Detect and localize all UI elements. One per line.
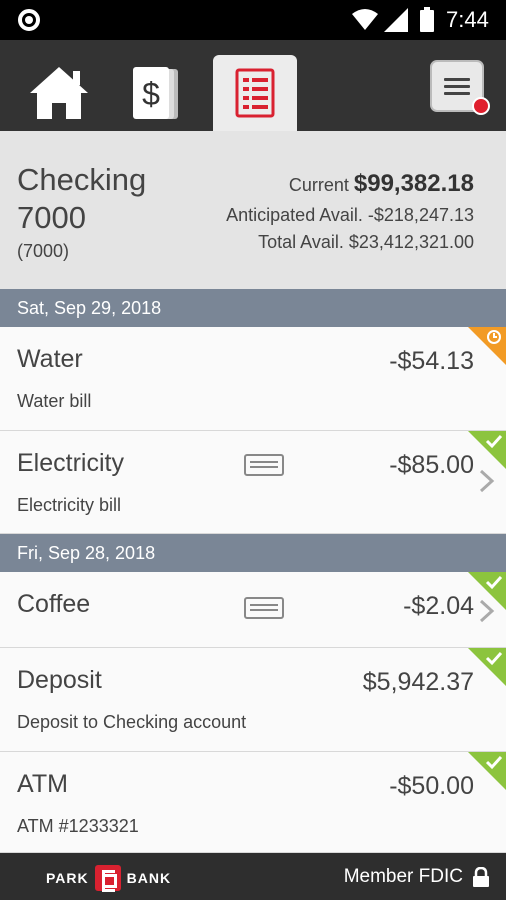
card-icon: [244, 597, 284, 619]
date-header: Fri, Sep 28, 2018: [0, 534, 506, 572]
money-icon: $: [133, 67, 178, 119]
tab-home[interactable]: [18, 55, 100, 131]
transaction-amount: -$54.13: [389, 347, 474, 375]
transaction-subtitle: ATM #1233321: [17, 816, 139, 836]
top-nav-bar: $: [0, 40, 506, 131]
transaction-subtitle: Water bill: [17, 391, 92, 411]
transaction-amount: -$85.00: [389, 451, 474, 479]
transaction-row[interactable]: Coffee -$2.04: [0, 572, 506, 648]
check-icon: [485, 434, 503, 449]
transactions-icon: [235, 68, 275, 118]
account-number: (7000): [17, 241, 70, 261]
status-time: 7:44: [446, 7, 489, 32]
bank-logo-icon: [94, 865, 121, 892]
account-name: Checking 7000: [17, 162, 147, 235]
svg-text:$: $: [142, 76, 160, 112]
clock-icon: [487, 330, 501, 344]
signal-icon: [384, 8, 408, 32]
brand-left-text: PARK: [46, 870, 89, 886]
transaction-subtitle: Electricity bill: [17, 495, 122, 515]
current-balance-label: Current: [288, 175, 349, 195]
chevron-right-icon[interactable]: [478, 468, 496, 494]
transaction-row[interactable]: Electricity Electricity bill -$85.00: [0, 431, 506, 534]
transaction-title: Deposit: [17, 666, 102, 694]
transaction-title: Electricity: [17, 449, 124, 477]
notification-dot-icon: [18, 9, 40, 31]
transaction-row[interactable]: ATM ATM #1233321 -$50.00: [0, 752, 506, 853]
current-balance-amount: $99,382.18: [353, 170, 474, 197]
footer: PARK BANK Member FDIC: [0, 853, 506, 900]
account-summary: Checking 7000 (7000) Current $99,382.18 …: [0, 131, 506, 289]
bank-logo: PARK BANK: [46, 865, 172, 892]
current-balance: Current $99,382.18: [289, 170, 474, 198]
home-icon: [30, 67, 88, 119]
transaction-title: Coffee: [17, 590, 91, 618]
status-bar: 7:44: [0, 0, 506, 40]
transaction-subtitle: Deposit to Checking account: [17, 712, 247, 732]
check-icon: [485, 651, 503, 666]
notification-badge: [472, 97, 490, 115]
tab-accounts[interactable]: $: [116, 55, 198, 131]
lock-icon: [473, 867, 489, 887]
transaction-amount: -$50.00: [389, 772, 474, 800]
transaction-amount: $5,942.37: [362, 668, 474, 696]
check-icon: [485, 575, 503, 590]
wifi-icon: [352, 9, 378, 30]
card-icon: [244, 454, 284, 476]
transaction-title: ATM: [17, 770, 68, 798]
fdic-label: Member FDIC: [343, 866, 463, 887]
transaction-amount: -$2.04: [403, 592, 474, 620]
tab-transactions[interactable]: [213, 55, 297, 131]
total-balance: Total Avail. $23,412,321.00: [258, 232, 474, 252]
anticipated-balance: Anticipated Avail. -$218,247.13: [226, 205, 474, 225]
transaction-row[interactable]: Deposit Deposit to Checking account $5,9…: [0, 648, 506, 752]
check-icon: [485, 755, 503, 770]
date-header: Sat, Sep 29, 2018: [0, 289, 506, 327]
menu-icon: [444, 77, 470, 81]
transaction-title: Water: [17, 345, 83, 373]
transaction-row[interactable]: Water Water bill -$54.13: [0, 327, 506, 431]
battery-icon: [420, 7, 434, 32]
brand-right-text: BANK: [126, 870, 172, 886]
